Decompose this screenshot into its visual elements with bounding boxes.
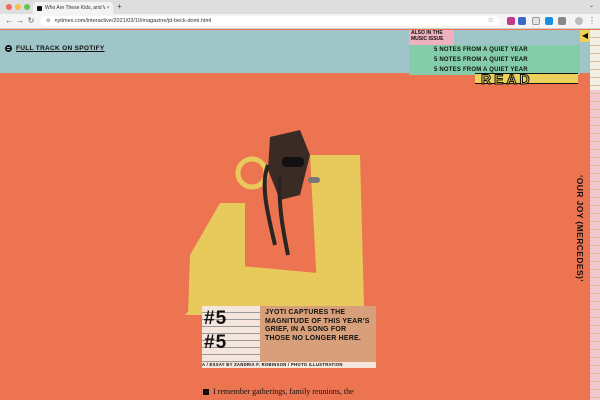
- extension-icon[interactable]: [532, 17, 540, 25]
- forward-icon[interactable]: →: [15, 16, 25, 26]
- puzzle-icon[interactable]: [558, 17, 566, 25]
- track-placard: #5 #5 JYOTI CAPTURES THE MAGNITUDE OF TH…: [202, 306, 376, 368]
- tab-title: Who Are These Kids, and Wh: [45, 5, 105, 11]
- url-text: nytimes.com/interactive/2021/03/10/magaz…: [54, 18, 212, 24]
- track-number: #5: [204, 308, 228, 329]
- maximize-window-button[interactable]: [24, 4, 30, 10]
- star-icon[interactable]: ☆: [488, 16, 494, 26]
- read-label: READ: [481, 71, 533, 88]
- ticker-item[interactable]: 5 NOTES FROM A QUIET YEAR: [409, 55, 580, 65]
- spotify-icon: [5, 45, 12, 52]
- article-body: I remember gatherings, family reunions, …: [203, 387, 354, 396]
- minimize-window-button[interactable]: [15, 4, 21, 10]
- browser-title-bar: Who Are These Kids, and Wh × + ⌄: [0, 0, 600, 14]
- track-blurb-panel: JYOTI CAPTURES THE MAGNITUDE OF THIS YEA…: [260, 306, 376, 362]
- extension-icon[interactable]: [545, 17, 553, 25]
- article-page: FULL TRACK ON SPOTIFY ALSO IN THE MUSIC …: [0, 30, 600, 400]
- track-number-echo: #5: [204, 332, 228, 353]
- track-blurb: JYOTI CAPTURES THE MAGNITUDE OF THIS YEA…: [265, 309, 370, 342]
- speaker-icon[interactable]: ◀: [580, 30, 590, 42]
- reload-icon[interactable]: ↻: [26, 16, 36, 26]
- more-menu-icon[interactable]: ⋮: [587, 16, 597, 26]
- microphone-icon: [308, 177, 320, 183]
- spotify-label: FULL TRACK ON SPOTIFY: [16, 45, 105, 52]
- new-tab-button[interactable]: +: [117, 2, 122, 12]
- extension-icon[interactable]: [507, 17, 515, 25]
- track-number-panel: #5 #5: [202, 306, 260, 362]
- read-button[interactable]: READ: [475, 71, 578, 88]
- vertical-song-title: ‘OUR JOY (MERCEDES)’: [575, 175, 592, 355]
- back-icon[interactable]: ←: [4, 16, 14, 26]
- spotify-link[interactable]: FULL TRACK ON SPOTIFY: [5, 45, 105, 52]
- glasses-shape: [282, 157, 304, 167]
- extension-badge-icon[interactable]: [518, 17, 526, 25]
- site-info-icon[interactable]: ⚙: [46, 18, 50, 24]
- also-in-issue-label: ALSO IN THE MUSIC ISSUE: [409, 30, 454, 45]
- credit-line: A / ESSAY BY ZANDRIA F. ROBINSON / PHOTO…: [202, 362, 376, 368]
- browser-tab[interactable]: Who Are These Kids, and Wh ×: [33, 2, 113, 14]
- drop-square-icon: [203, 388, 209, 395]
- ticker-item[interactable]: 5 NOTES FROM A QUIET YEAR: [409, 45, 580, 55]
- tab-close-icon[interactable]: ×: [105, 5, 111, 11]
- nyt-favicon-icon: [37, 5, 42, 11]
- close-window-button[interactable]: [6, 4, 12, 10]
- body-paragraph: I remember gatherings, family reunions, …: [213, 387, 354, 396]
- ring-shape: [235, 156, 269, 190]
- browser-toolbar: ← → ↻ ⚙ nytimes.com/interactive/2021/03/…: [0, 14, 600, 29]
- tab-list-chevron-icon[interactable]: ⌄: [589, 2, 594, 9]
- profile-avatar[interactable]: [575, 17, 583, 25]
- address-bar[interactable]: ⚙ nytimes.com/interactive/2021/03/10/mag…: [40, 16, 500, 26]
- song-title: ‘OUR JOY (MERCEDES)’: [575, 175, 585, 283]
